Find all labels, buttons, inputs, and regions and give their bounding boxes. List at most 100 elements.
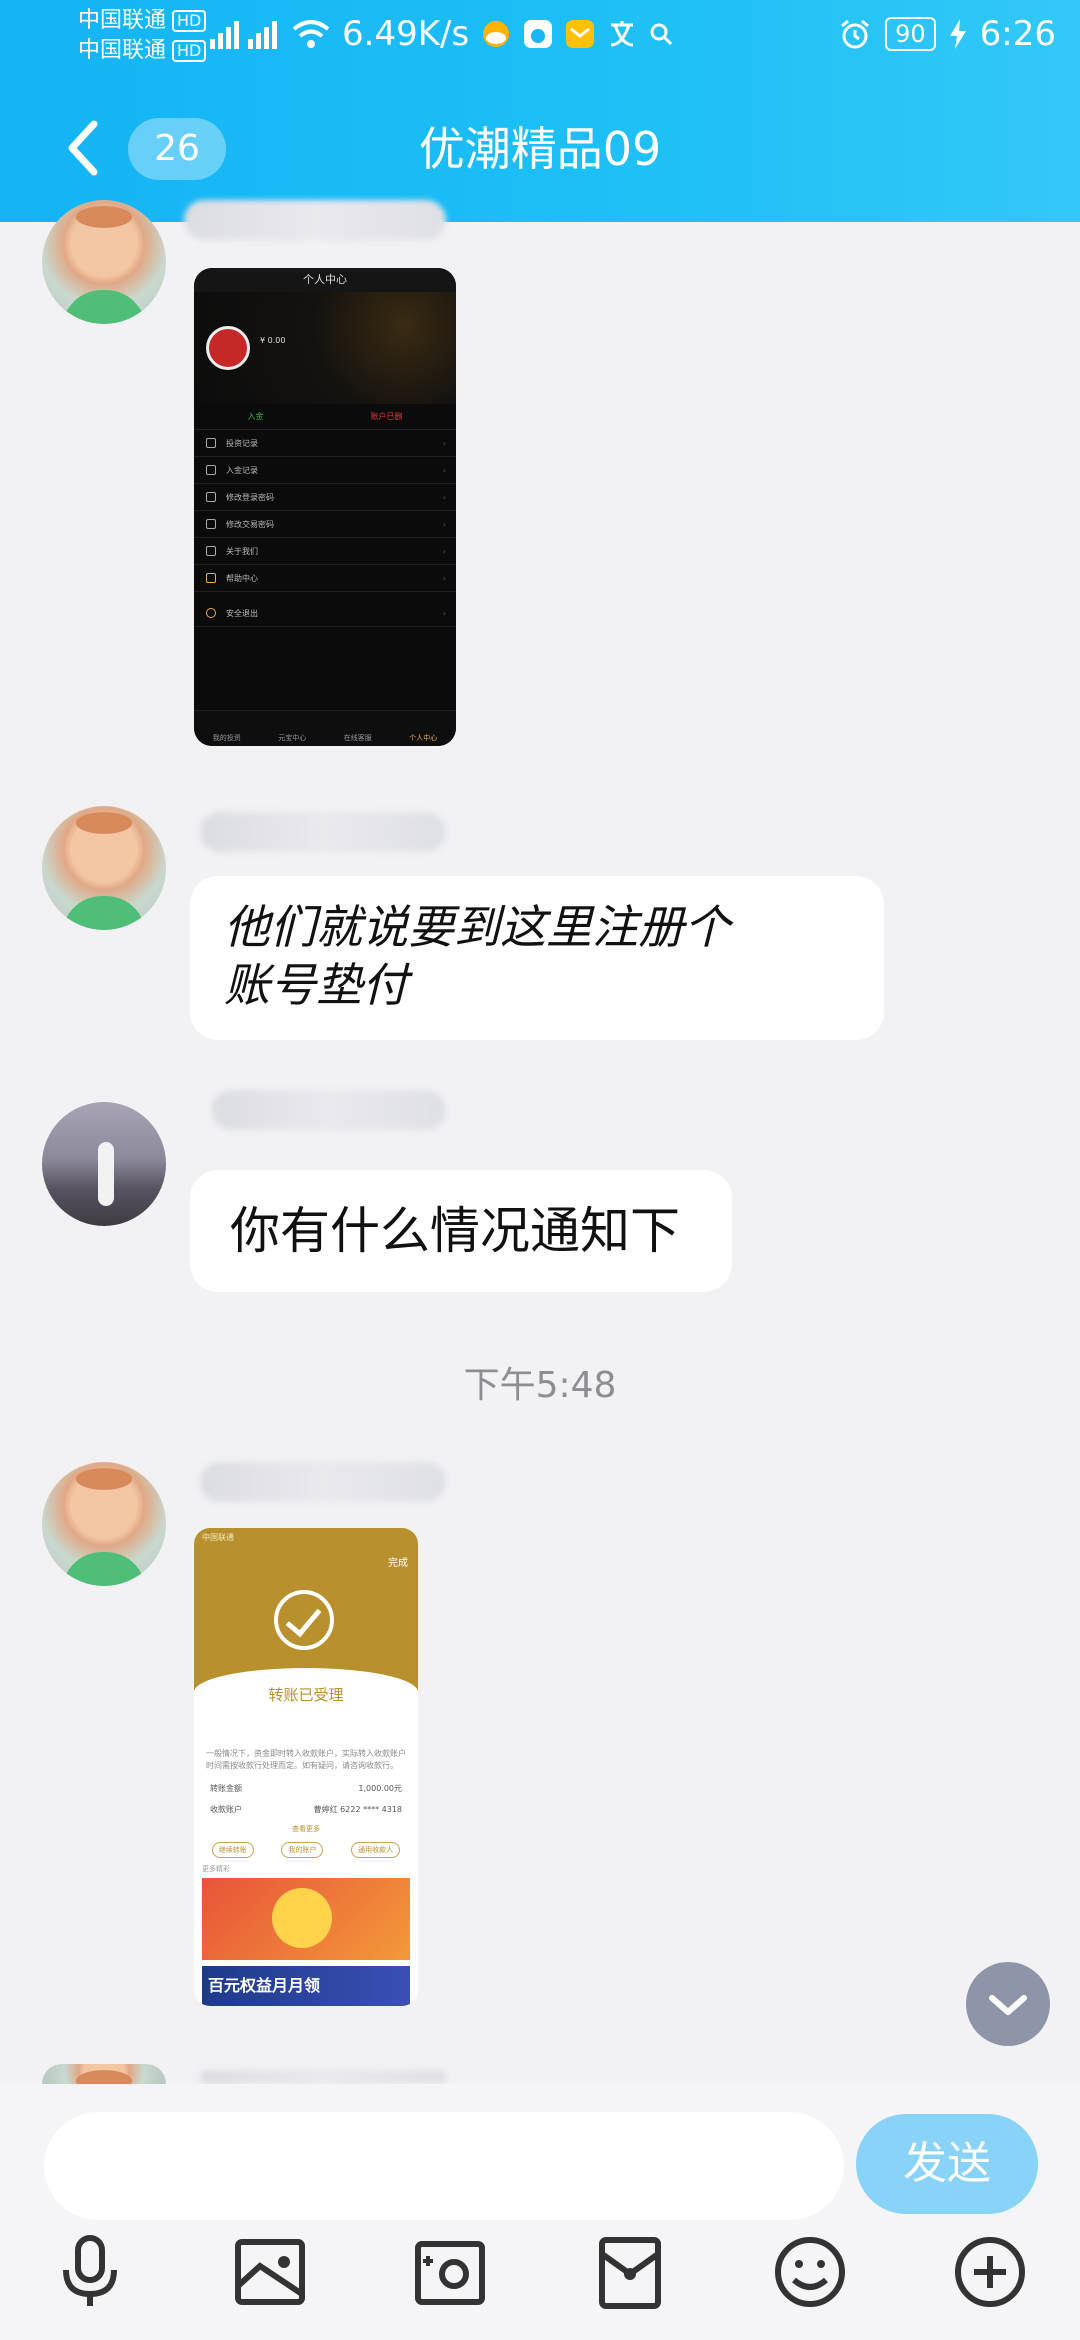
mail-icon bbox=[566, 20, 595, 48]
search-icon bbox=[650, 23, 673, 46]
receipt-status-bar: 中国联通 bbox=[194, 1528, 418, 1547]
alarm-icon bbox=[841, 19, 870, 49]
translate-icon bbox=[611, 21, 634, 47]
receipt-button: 我的账户 bbox=[281, 1842, 324, 1858]
screenshot-tab-1: 入金 bbox=[247, 412, 264, 421]
emoji-icon[interactable] bbox=[770, 2232, 850, 2312]
message-text-line: 他们就说要到这里注册个 bbox=[224, 900, 730, 954]
signal-icon bbox=[210, 21, 277, 49]
list-item: 入金记录 › bbox=[194, 457, 456, 484]
list-item: 修改登录密码 › bbox=[194, 484, 456, 511]
menu-label: 帮助中心 bbox=[226, 573, 258, 583]
receipt-row: 收款账户 曹婷红 6222 **** 4318 bbox=[194, 1799, 418, 1820]
plus-icon[interactable] bbox=[950, 2232, 1030, 2312]
sender-name-blurred bbox=[200, 2070, 446, 2084]
receipt-buttons: 继续转账 我的账户 通用收款人 bbox=[194, 1838, 418, 1862]
list-item: 安全退出 › bbox=[194, 600, 456, 627]
image-message-transfer-screenshot[interactable]: 中国联通 完成 转账已受理 一般情况下，资金即时转入收款账户，实际转入收款账户时… bbox=[194, 1528, 418, 2006]
chevron-right-icon: › bbox=[442, 438, 446, 448]
menu-label: 修改登录密码 bbox=[226, 492, 274, 502]
composer: 发送 bbox=[0, 2084, 1080, 2340]
receipt-curve bbox=[194, 1668, 418, 1748]
receipt-value: 1,000.00元 bbox=[358, 1784, 402, 1793]
promo-banner bbox=[202, 1878, 410, 1960]
menu-icon bbox=[206, 492, 216, 502]
receipt-button: 继续转账 bbox=[211, 1842, 254, 1858]
carrier-2: 中国联通 bbox=[78, 38, 167, 63]
list-item: 投资记录 › bbox=[194, 430, 456, 457]
checkmark-icon bbox=[274, 1590, 334, 1650]
receipt-row: 转账金额 1,000.00元 bbox=[194, 1778, 418, 1799]
image-message-profile-screenshot[interactable]: 个人中心 ¥ 0.00 入金 账户已删 投资记录 › 入金记录 › 修改登录密码 › … bbox=[194, 268, 456, 746]
menu-icon bbox=[206, 465, 216, 475]
menu-label: 关于我们 bbox=[226, 546, 258, 556]
chevron-right-icon: › bbox=[442, 608, 446, 618]
composer-toolbar bbox=[0, 2232, 1080, 2332]
chevron-down-icon bbox=[989, 1995, 1027, 2015]
menu-icon bbox=[206, 519, 216, 529]
star-icon bbox=[206, 573, 216, 583]
chevron-right-icon: › bbox=[442, 465, 446, 475]
screenshot-bottom-nav: 我的投资 元宝中心 在线客服 个人中心 bbox=[194, 710, 456, 746]
menu-label: 修改交易密码 bbox=[226, 519, 274, 529]
nav-item: 个人中心 bbox=[409, 734, 438, 742]
camera-icon[interactable] bbox=[410, 2232, 490, 2312]
sender-name-blurred bbox=[212, 1090, 446, 1130]
text-message-bubble[interactable]: 他们就说要到这里注册个 账号垫付 bbox=[190, 876, 884, 1040]
screenshot-profile: ¥ 0.00 bbox=[194, 292, 456, 404]
receipt-more-activities: 更多精彩 bbox=[202, 1865, 230, 1873]
menu-label: 投资记录 bbox=[226, 438, 258, 448]
scroll-to-bottom-button[interactable] bbox=[966, 1962, 1050, 2046]
send-button[interactable]: 发送 bbox=[856, 2114, 1038, 2214]
menu-label: 安全退出 bbox=[226, 608, 258, 618]
avatar[interactable] bbox=[42, 1462, 166, 1586]
app-icon bbox=[524, 20, 553, 48]
nav-item: 元宝中心 bbox=[278, 734, 307, 742]
nav-item: 我的投资 bbox=[212, 734, 241, 742]
receipt-label: 转账金额 bbox=[210, 1784, 242, 1793]
red-packet-icon[interactable] bbox=[590, 2232, 670, 2312]
receipt-description: 一般情况下，资金即时转入收款账户，实际转入收款账户时间需按收款行处理而定。如有疑… bbox=[206, 1749, 406, 1770]
chevron-right-icon: › bbox=[442, 573, 446, 583]
nav-item: 在线客服 bbox=[343, 734, 372, 742]
receipt-done: 完成 bbox=[388, 1558, 408, 1569]
text-message-bubble[interactable]: 你有什么情况通知下 bbox=[190, 1170, 732, 1292]
message-input[interactable] bbox=[44, 2112, 844, 2220]
receipt-header: 中国联通 完成 转账已受理 bbox=[194, 1528, 418, 1748]
list-item: 修改交易密码 › bbox=[194, 511, 456, 538]
avatar[interactable] bbox=[42, 200, 166, 324]
receipt-label: 收款账户 bbox=[210, 1805, 242, 1814]
sender-name-blurred bbox=[200, 812, 446, 852]
list-item: 帮助中心 › bbox=[194, 565, 456, 592]
wifi-icon bbox=[292, 20, 330, 48]
status-signal: 6.49K/s bbox=[210, 14, 673, 54]
list-item: 关于我们 › bbox=[194, 538, 456, 565]
avatar[interactable] bbox=[42, 1102, 166, 1226]
chevron-right-icon: › bbox=[442, 492, 446, 502]
microphone-icon[interactable] bbox=[50, 2232, 130, 2312]
hd-badge-2: HD bbox=[172, 40, 207, 62]
balance: ¥ 0.00 bbox=[260, 336, 286, 345]
receipt-button: 通用收款人 bbox=[351, 1842, 401, 1858]
screenshot-menu: 投资记录 › 入金记录 › 修改登录密码 › 修改交易密码 › 关于我们 › 帮助中心 › … bbox=[194, 430, 456, 627]
weather-icon bbox=[483, 21, 510, 47]
menu-label: 入金记录 bbox=[226, 465, 258, 475]
message-text: 你有什么情况通知下 bbox=[230, 1202, 680, 1260]
hd-badge: HD bbox=[172, 10, 207, 32]
promo-banner-2: 百元权益月月领 bbox=[202, 1966, 410, 2006]
chat-header: 中国联通 HD 中国联通 HD 6.49K/s 90 6:26 26 优潮精品09 bbox=[0, 0, 1080, 222]
receipt-carrier: 中国联通 bbox=[202, 1533, 234, 1542]
menu-icon bbox=[206, 546, 216, 556]
power-icon bbox=[206, 608, 216, 618]
chat-title[interactable]: 优潮精品09 bbox=[0, 116, 1080, 182]
battery-level: 90 bbox=[885, 17, 936, 51]
receipt-heading: 转账已受理 bbox=[268, 1686, 344, 1704]
sender-name-blurred bbox=[184, 200, 446, 240]
avatar[interactable] bbox=[42, 806, 166, 930]
receipt-value: 曹婷红 6222 **** 4318 bbox=[313, 1805, 402, 1814]
net-speed: 6.49K/s bbox=[342, 14, 470, 54]
status-right: 90 6:26 bbox=[839, 14, 1056, 54]
avatar[interactable] bbox=[42, 2064, 166, 2084]
sender-name-blurred bbox=[200, 1462, 446, 1502]
image-icon[interactable] bbox=[230, 2232, 310, 2312]
